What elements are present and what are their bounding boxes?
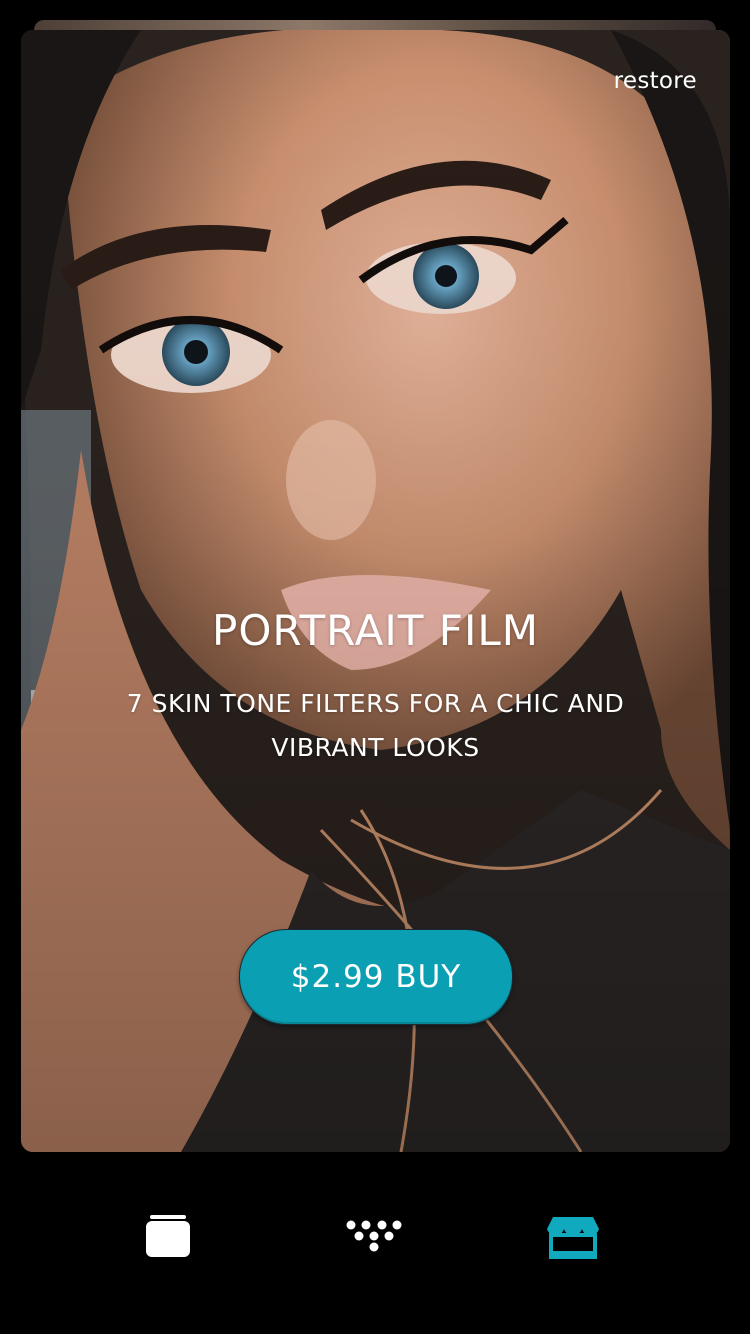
filters-dots-icon xyxy=(346,1220,402,1252)
store-icon xyxy=(547,1217,599,1259)
gallery-icon xyxy=(146,1215,190,1257)
bottom-tab-bar xyxy=(0,1175,750,1315)
pack-title: PORTRAIT FILM xyxy=(212,606,539,655)
tab-gallery[interactable] xyxy=(143,1215,203,1265)
restore-button[interactable]: restore xyxy=(614,68,697,94)
tab-filters[interactable] xyxy=(344,1215,404,1265)
pack-description: 7 SKIN TONE FILTERS FOR A CHIC AND VIBRA… xyxy=(126,689,625,762)
buy-button[interactable]: $2.99 BUY xyxy=(239,929,513,1025)
pack-card[interactable]: restore PORTRAIT FILM 7 SKIN TONE FILTER… xyxy=(21,30,730,1152)
screen: restore PORTRAIT FILM 7 SKIN TONE FILTER… xyxy=(0,0,750,1334)
tab-store[interactable] xyxy=(545,1215,605,1265)
